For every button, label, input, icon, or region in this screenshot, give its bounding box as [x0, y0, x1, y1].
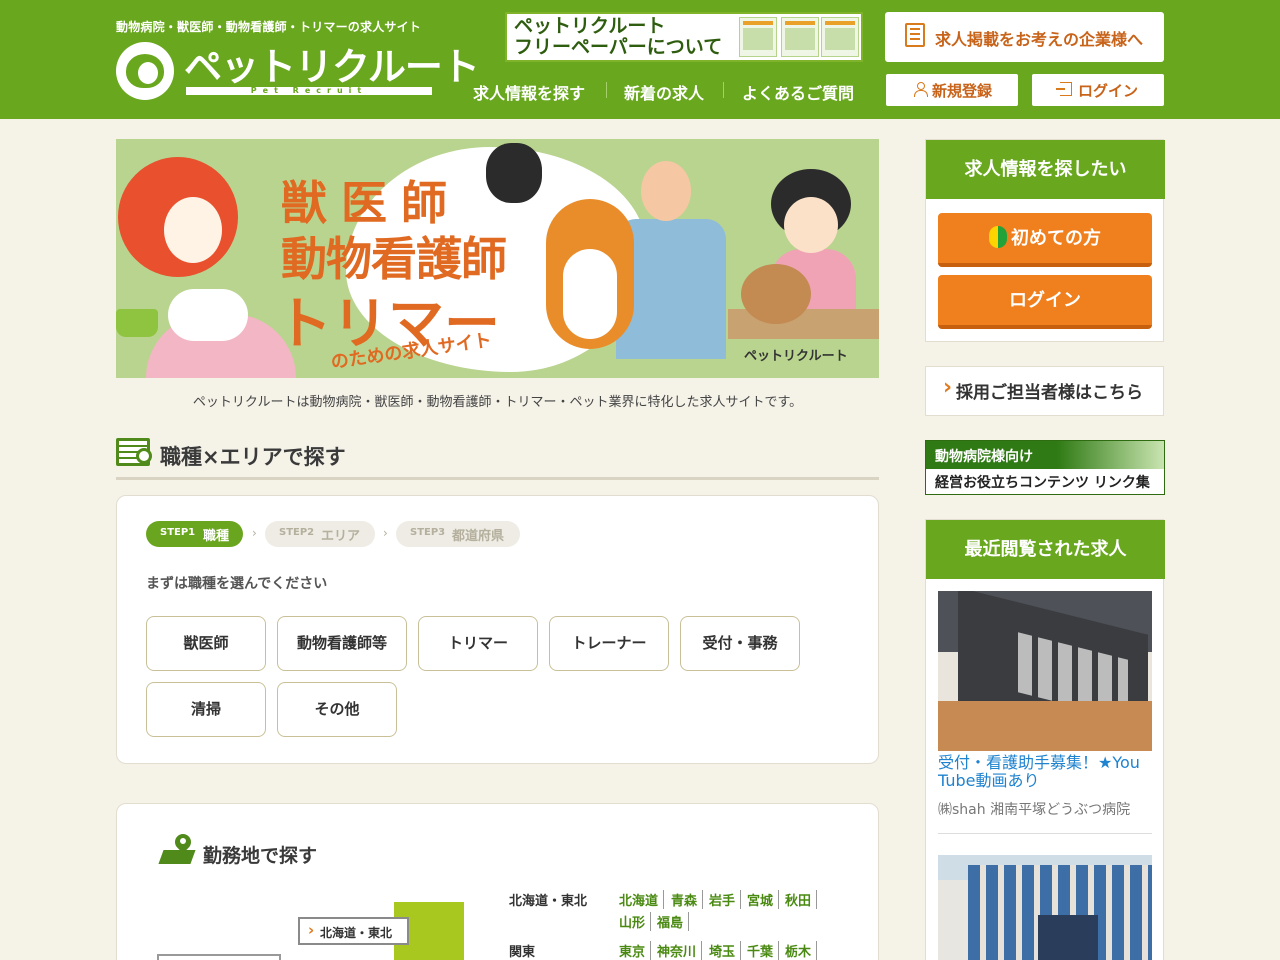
pref-link-fukushima[interactable]: 福島	[657, 912, 690, 931]
recent-job-shop: ㈱shah 湘南平塚どうぶつ病院	[938, 802, 1131, 818]
step-3-badge: STEP3 都道府県	[396, 521, 520, 547]
recent-job-photo[interactable]	[938, 591, 1152, 751]
pref-link-iwate[interactable]: 岩手	[709, 890, 742, 909]
beginner-mark-icon	[989, 226, 1007, 248]
pref-link-tochigi[interactable]: 栃木	[785, 941, 818, 960]
pref-link-aomori[interactable]: 青森	[671, 890, 704, 909]
site-tagline: 動物病院・獣医師・動物看護師・トリマーの求人サイト	[116, 20, 422, 34]
shiba-belly	[563, 249, 617, 339]
freepaper-text: ペットリクルート フリーペーパーについて	[514, 15, 723, 58]
hero-mini-logo: ペットリクルート	[744, 349, 848, 364]
intro-text: ペットリクルートは動物病院・獣医師・動物看護師・トリマー・ペット業界に特化した求…	[192, 395, 803, 410]
pref-link-kanagawa[interactable]: 神奈川	[657, 941, 703, 960]
employer-link[interactable]: 採用ご担当者様はこちら	[925, 366, 1164, 416]
recent-jobs-box: 最近閲覧された求人 受付・看護助手募集！★You Tube動画あり ㈱shah …	[925, 519, 1165, 960]
job-type-search-card: STEP1 職種 › STEP2 エリア › STEP3 都道府県 まずは職種を…	[116, 495, 879, 764]
map-pin-icon	[161, 834, 197, 868]
pref-link-miyagi[interactable]: 宮城	[747, 890, 780, 909]
sidebar-search-heading: 求人情報を探したい	[926, 140, 1165, 199]
nav-job-search[interactable]: 求人情報を探す	[473, 80, 585, 104]
pref-link-hokkaido[interactable]: 北海道	[619, 890, 665, 909]
step-1-badge: STEP1 職種	[146, 521, 243, 547]
step-arrow-icon: ›	[252, 526, 257, 540]
sidebar-search-box: 求人情報を探したい 初めての方 ログイン	[925, 139, 1165, 342]
map-region-label[interactable]: 北海道・東北	[298, 917, 409, 945]
site-logo[interactable]: ペットリクルート Pet Recruit	[116, 42, 480, 102]
pref-link-saitama[interactable]: 埼玉	[709, 941, 742, 960]
banner-line-1: 動物病院様向け	[935, 449, 1033, 465]
dog-logo-icon	[116, 42, 174, 100]
job-select-lead: まずは職種を選んでください	[146, 576, 328, 592]
vet-head	[641, 161, 691, 221]
magazine-cover-icon	[821, 17, 859, 57]
job-button-other[interactable]: その他	[277, 682, 397, 737]
region-label: 北海道・東北	[509, 894, 588, 909]
job-button-vet[interactable]: 獣医師	[146, 616, 266, 671]
site-header: 動物病院・獣医師・動物看護師・トリマーの求人サイト ペットリクルート Pet R…	[0, 0, 1280, 119]
nav-divider	[723, 82, 724, 98]
login-icon	[1056, 82, 1072, 96]
freepaper-banner[interactable]: ペットリクルート フリーペーパーについて	[505, 12, 863, 62]
book-search-icon	[116, 436, 152, 466]
black-cat-illustration	[486, 143, 542, 203]
step-arrow-icon: ›	[383, 526, 388, 540]
first-time-button[interactable]: 初めての方	[938, 213, 1152, 267]
logo-subtext: Pet Recruit	[250, 86, 368, 95]
corporate-listing-button[interactable]: 求人掲載をお考えの企業様へ	[885, 12, 1164, 62]
nav-faq[interactable]: よくあるご質問	[742, 80, 854, 104]
area-search-card: 勤務地で探す 北海道・東北 北海道・東北 北海道 青森 岩手 宮城 秋田 山形 …	[116, 803, 879, 960]
brown-dog-illustration	[741, 264, 811, 324]
area-section-heading: 勤務地で探す	[203, 845, 318, 867]
building-icon	[905, 23, 925, 47]
pref-link-akita[interactable]: 秋田	[785, 890, 818, 909]
job-button-cleaning[interactable]: 清掃	[146, 682, 266, 737]
search-section-heading: 職種×エリアで探す	[160, 445, 346, 469]
job-button-nurse[interactable]: 動物看護師等	[277, 616, 407, 671]
job-button-trimmer[interactable]: トリマー	[418, 616, 538, 671]
recent-jobs-heading: 最近閲覧された求人	[926, 520, 1165, 579]
step-2-badge: STEP2 エリア	[265, 521, 375, 547]
map-honshu-region[interactable]	[157, 954, 281, 960]
pref-link-yamagata[interactable]: 山形	[619, 912, 652, 931]
user-icon	[914, 82, 928, 97]
recent-divider	[938, 833, 1152, 834]
recent-job-photo[interactable]	[938, 855, 1152, 960]
corporate-listing-label: 求人掲載をお考えの企業様へ	[935, 30, 1144, 49]
recent-job-title[interactable]: 受付・看護助手募集！★You Tube動画あり	[938, 754, 1152, 790]
groomer-face	[164, 197, 222, 263]
job-button-trainer[interactable]: トレーナー	[549, 616, 669, 671]
hero-banner: 獣医師 動物看護師 トリマー のための求人サイト ペットリクルート	[116, 139, 879, 378]
search-section-title: 職種×エリアで探す	[116, 436, 879, 480]
food-bowl-icon	[116, 309, 158, 337]
logo-text: ペットリクルート	[184, 45, 480, 89]
poodle-illustration	[168, 289, 248, 341]
banner-line-2: 経営お役立ちコンテンツ リンク集	[935, 475, 1150, 491]
sidebar-login-button[interactable]: ログイン	[938, 275, 1152, 329]
register-button[interactable]: 新規登録	[886, 74, 1018, 106]
login-button[interactable]: ログイン	[1032, 74, 1164, 106]
pref-link-tokyo[interactable]: 東京	[619, 941, 652, 960]
region-label: 関東	[509, 945, 536, 960]
magazine-cover-icon	[739, 17, 777, 57]
business-content-banner[interactable]: 動物病院様向け 経営お役立ちコンテンツ リンク集	[925, 440, 1165, 495]
nav-new-jobs[interactable]: 新着の求人	[624, 80, 704, 104]
magazine-cover-icon	[781, 17, 819, 57]
pref-link-chiba[interactable]: 千葉	[747, 941, 780, 960]
job-button-reception[interactable]: 受付・事務	[680, 616, 800, 671]
nurse-face	[784, 197, 838, 253]
nav-divider	[606, 82, 607, 98]
